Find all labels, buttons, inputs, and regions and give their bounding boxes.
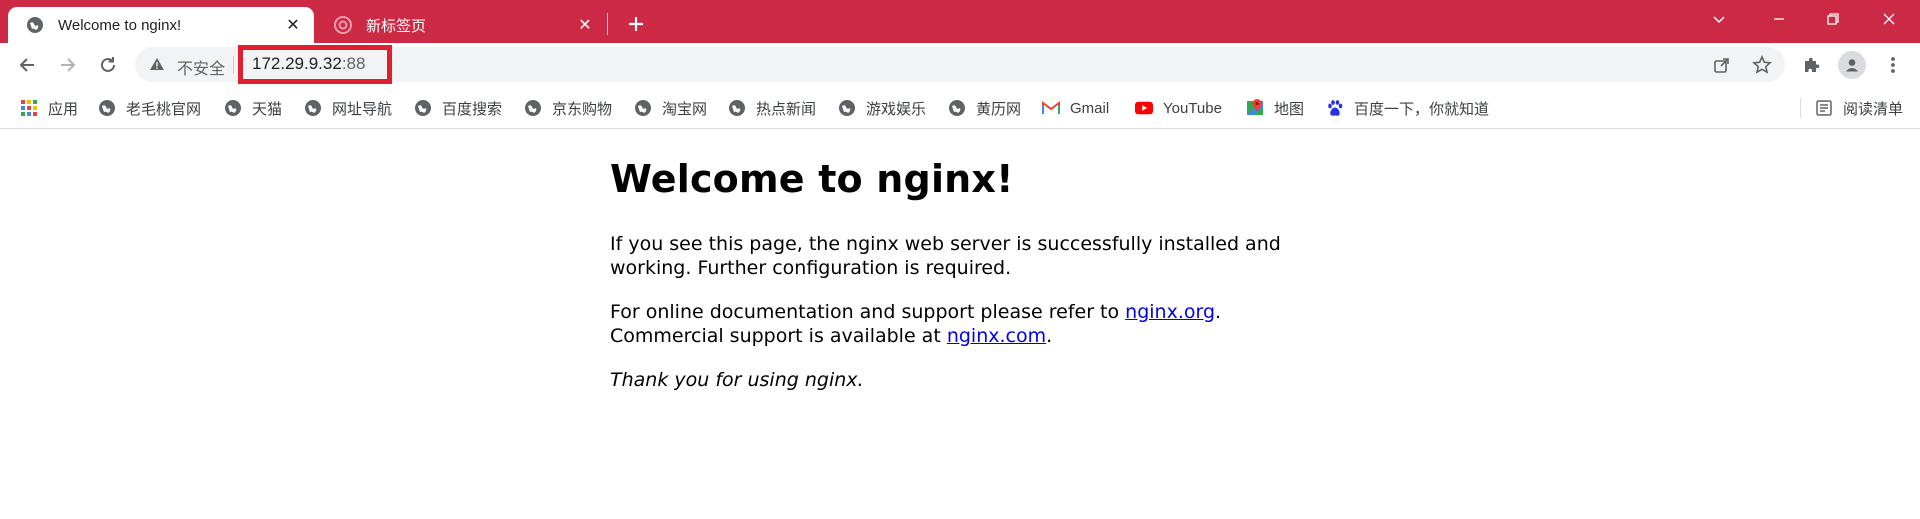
security-label[interactable]: 不安全 (177, 55, 225, 79)
docs-suffix: . (1215, 301, 1222, 323)
youtube-icon (1135, 99, 1153, 117)
back-button[interactable] (11, 49, 43, 81)
reading-list-label: 阅读清单 (1843, 100, 1904, 118)
restore-button[interactable] (1810, 0, 1856, 38)
bookmark-label: 百度一下，你就知道 (1354, 100, 1490, 118)
close-icon[interactable]: ✕ (282, 14, 304, 36)
url-highlight-annotation (238, 45, 392, 84)
bookmark-label: 老毛桃官网 (126, 100, 202, 118)
bookmark-item[interactable]: 老毛桃官网 (98, 98, 201, 118)
close-window-button[interactable] (1866, 0, 1912, 38)
reload-button[interactable] (92, 49, 124, 81)
bookmark-label: 热点新闻 (756, 100, 817, 118)
bookmark-label: 黄历网 (976, 100, 1022, 118)
arrow-right-icon (61, 58, 76, 72)
reading-list-button[interactable]: 阅读清单 (1815, 98, 1903, 118)
warning-triangle-icon[interactable] (149, 56, 165, 72)
profile-avatar[interactable] (1838, 51, 1866, 79)
bookmark-label: 天猫 (252, 100, 283, 118)
bookmark-youtube[interactable]: YouTube (1135, 98, 1222, 118)
globe-icon (728, 99, 746, 117)
bookmarks-bar: 应用 老毛桃官网 天猫 网址导航 百度搜索 京东购物 淘宝网 热点新闻 游戏娱乐… (0, 86, 1920, 129)
page-heading: Welcome to nginx! (610, 157, 1014, 201)
minimize-button[interactable] (1756, 0, 1802, 38)
intro-line-1: If you see this page, the nginx web serv… (610, 233, 1281, 255)
tab-title: 新标签页 (366, 17, 427, 35)
apps-grid-icon (20, 99, 38, 117)
globe-icon (634, 99, 652, 117)
commercial-suffix: . (1046, 325, 1053, 347)
more-menu-icon[interactable] (1879, 51, 1907, 79)
bookmark-baidu[interactable]: 百度一下，你就知道 (1326, 98, 1489, 118)
new-tab-button[interactable] (622, 10, 650, 38)
bookmark-label: Gmail (1070, 99, 1110, 117)
globe-icon (304, 99, 322, 117)
bookmark-label: 淘宝网 (662, 100, 708, 118)
tab-search-chevron-down-icon[interactable] (1696, 0, 1742, 38)
globe-icon (414, 99, 432, 117)
bookmark-item[interactable]: 京东购物 (524, 98, 612, 118)
tab-new-tab[interactable]: 新标签页 ✕ (316, 7, 606, 43)
close-icon[interactable]: ✕ (574, 14, 596, 36)
bookmark-label: 网址导航 (332, 100, 393, 118)
nginx-com-link[interactable]: nginx.com (947, 325, 1046, 347)
bookmark-item[interactable]: 网址导航 (304, 98, 392, 118)
extensions-puzzle-icon[interactable] (1797, 51, 1825, 79)
bookmark-gmail[interactable]: Gmail (1042, 98, 1109, 118)
thanks-text: Thank you for using nginx. (610, 369, 864, 391)
bookmark-star-icon[interactable] (1752, 55, 1772, 75)
bookmark-item[interactable]: 百度搜索 (414, 98, 502, 118)
bookmark-item[interactable]: 淘宝网 (634, 98, 707, 118)
bookmark-item[interactable]: 黄历网 (948, 98, 1021, 118)
omnibox-divider (233, 56, 234, 74)
tab-strip: Welcome to nginx! ✕ 新标签页 ✕ (0, 0, 1920, 43)
docs-text: For online documentation and support ple… (610, 301, 1126, 323)
share-icon[interactable] (1712, 55, 1732, 75)
bookmark-label: YouTube (1163, 99, 1222, 117)
bookmark-maps[interactable]: 地图 (1246, 98, 1304, 118)
tab-title: Welcome to nginx! (58, 16, 182, 34)
bookmark-label: 京东购物 (552, 100, 613, 118)
arrow-left-icon (19, 58, 34, 72)
reload-icon (101, 57, 115, 72)
gmail-icon (1042, 99, 1060, 117)
bookmark-item[interactable]: 热点新闻 (728, 98, 816, 118)
person-icon (1845, 59, 1859, 72)
commercial-text: Commercial support is available at (610, 325, 947, 347)
bookmark-item[interactable]: 天猫 (224, 98, 282, 118)
maps-icon (1246, 99, 1264, 117)
chrome-icon (334, 16, 352, 34)
globe-icon (948, 99, 966, 117)
bookmark-apps[interactable]: 应用 (20, 98, 78, 118)
bookmark-label: 游戏娱乐 (866, 100, 927, 118)
toolbar: 不安全 172.29.9.32:88 (0, 43, 1920, 86)
tab-welcome-nginx[interactable]: Welcome to nginx! ✕ (8, 7, 314, 43)
globe-icon (224, 99, 242, 117)
commercial-line: Commercial support is available at nginx… (610, 324, 1052, 348)
reading-list-icon (1815, 99, 1833, 117)
docs-line: For online documentation and support ple… (610, 300, 1221, 324)
globe-icon (524, 99, 542, 117)
bookmarks-divider (1800, 98, 1801, 118)
forward-button[interactable] (52, 49, 84, 81)
address-bar[interactable]: 不安全 172.29.9.32:88 (135, 45, 1785, 84)
baidu-paw-icon (1326, 99, 1344, 117)
globe-icon (838, 99, 856, 117)
globe-icon (26, 16, 44, 34)
globe-icon (98, 99, 116, 117)
tab-separator (607, 13, 608, 35)
nginx-org-link[interactable]: nginx.org (1125, 301, 1215, 323)
bookmark-label: 百度搜索 (442, 100, 503, 118)
bookmark-label: 地图 (1274, 100, 1305, 118)
bookmark-label: 应用 (48, 100, 79, 118)
bookmark-item[interactable]: 游戏娱乐 (838, 98, 926, 118)
intro-line-2: working. Further configuration is requir… (610, 257, 1012, 279)
